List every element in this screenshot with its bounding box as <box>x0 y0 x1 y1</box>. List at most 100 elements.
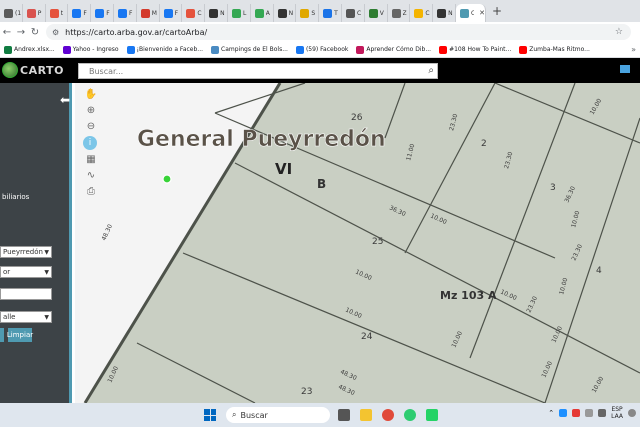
bookmark-item[interactable]: Andrex.xlsx... <box>0 45 59 54</box>
new-tab-button[interactable]: + <box>492 4 502 18</box>
layers-icon[interactable]: ▦ <box>83 153 99 166</box>
browser-tab[interactable]: T <box>319 4 342 22</box>
tab-title: F <box>106 9 110 17</box>
browser-tab[interactable]: L <box>228 4 251 22</box>
partido-select[interactable]: Pueyrredón ▼ <box>0 246 52 258</box>
browser-tab[interactable]: F <box>68 4 92 22</box>
collapse-arrow-icon[interactable]: ⬅ <box>60 93 70 107</box>
map-search-input[interactable]: Buscar... ⌕ <box>78 63 438 79</box>
parcel-number[interactable]: 25 <box>372 237 383 247</box>
bookmark-favicon-icon <box>439 45 448 54</box>
browser-tab[interactable]: S <box>296 4 320 22</box>
whatsapp-icon[interactable] <box>404 409 416 421</box>
parcel-number[interactable]: 23 <box>301 387 312 397</box>
phone-link-icon[interactable] <box>426 409 438 421</box>
search-icon[interactable]: ⌕ <box>428 65 434 76</box>
mail-icon[interactable] <box>620 65 630 73</box>
parcel-number[interactable]: 24 <box>361 332 373 342</box>
text-input[interactable] <box>0 288 52 300</box>
browser-tab[interactable]: C <box>182 4 206 22</box>
bookmark-item[interactable]: Aprender Cómo Dib... <box>352 45 435 54</box>
map-toolbar: ✋ ⊕ ⊖ i ▦ ∿ ⎙ <box>83 88 101 198</box>
zoom-out-icon[interactable]: ⊖ <box>83 120 99 133</box>
browser-tab[interactable]: V <box>365 4 388 22</box>
bookmark-item[interactable]: Zumba-Mas Ritmo... <box>515 45 594 54</box>
browser-tab[interactable]: C <box>410 4 434 22</box>
bookmarks-more[interactable]: » <box>631 45 636 54</box>
browser-tab[interactable]: F <box>91 4 114 22</box>
chrome-icon[interactable] <box>382 409 394 421</box>
browser-tab[interactable]: P <box>23 4 46 22</box>
tab-favicon-icon <box>140 8 150 18</box>
chevron-down-icon: ▼ <box>44 313 49 321</box>
parcel-number[interactable]: 26 <box>351 113 363 123</box>
search-submit-button[interactable] <box>0 328 4 342</box>
bookmark-star-icon[interactable]: ☆ <box>615 27 623 37</box>
second-select[interactable]: or ▼ <box>0 266 52 278</box>
taskbar-search-label: Buscar <box>240 410 268 420</box>
tab-favicon-icon <box>231 8 241 18</box>
bookmark-item[interactable]: Yahoo - Ingreso <box>59 45 123 54</box>
browser-tab[interactable]: M <box>137 4 160 22</box>
browser-tab[interactable]: F <box>114 4 137 22</box>
location-marker[interactable] <box>162 174 172 184</box>
volume-icon[interactable] <box>598 409 607 417</box>
zoom-in-icon[interactable]: ⊕ <box>83 104 99 117</box>
antivirus-icon[interactable] <box>572 409 581 417</box>
bookmark-item[interactable]: ¡Bienvenido a Faceb... <box>123 45 207 54</box>
bookmark-label: Yahoo - Ingreso <box>72 46 119 53</box>
tab-favicon-icon <box>323 8 333 18</box>
parcel-number[interactable]: 4 <box>596 266 602 276</box>
measure-icon[interactable]: ∿ <box>83 169 99 182</box>
url-field[interactable]: ⚙ https://carto.arba.gov.ar/cartoArba/ ☆ <box>46 24 631 40</box>
map-canvas[interactable]: 10.00 11.00 23.30 36.30 10.00 23.30 10.00 10.00… <box>75 83 640 403</box>
defender-icon[interactable] <box>559 409 568 417</box>
back-icon[interactable]: ← <box>0 27 14 38</box>
browser-tab[interactable]: A <box>251 4 274 22</box>
district-label: General Pueyrredón <box>137 127 386 152</box>
browser-tab[interactable]: (1 <box>0 4 23 22</box>
bookmark-item[interactable]: Campings de El Bols... <box>207 45 292 54</box>
bookmark-favicon-icon <box>356 45 365 54</box>
print-icon[interactable]: ⎙ <box>83 185 99 198</box>
browser-tab[interactable]: C <box>342 4 365 22</box>
browser-tab[interactable]: N <box>205 4 228 22</box>
file-explorer-icon[interactable] <box>360 409 372 421</box>
info-icon[interactable]: i <box>83 136 97 150</box>
pan-hand-icon[interactable]: ✋ <box>83 88 99 101</box>
bookmark-label: #108 How To Paint... <box>449 46 512 53</box>
clear-button[interactable]: Limpiar <box>7 328 33 342</box>
calle-select[interactable]: alle ▼ <box>0 311 52 323</box>
bookmark-label: (59) Facebook <box>305 46 349 53</box>
bookmark-item[interactable]: #108 How To Paint... <box>435 45 515 54</box>
chevron-up-icon[interactable]: ⌃ <box>548 409 554 417</box>
bookmark-item[interactable]: (59) Facebook <box>292 45 352 54</box>
task-view-icon[interactable] <box>338 409 350 421</box>
bookmark-favicon-icon <box>295 45 304 54</box>
site-info-icon[interactable]: ⚙ <box>52 28 59 37</box>
browser-tab[interactable]: N <box>274 4 297 22</box>
reload-icon[interactable]: ↻ <box>28 27 42 38</box>
active-browser-tab[interactable]: C ✕ <box>455 4 486 22</box>
wifi-icon[interactable] <box>628 409 636 417</box>
network-icon[interactable] <box>585 409 594 417</box>
browser-tab[interactable]: N <box>433 4 456 22</box>
taskbar-search[interactable]: ⌕ Buscar <box>226 407 330 423</box>
carto-logo[interactable]: CARTO <box>2 62 64 78</box>
parcel-number[interactable]: 3 <box>550 183 556 193</box>
bookmark-favicon-icon <box>62 45 71 54</box>
parcel-number[interactable]: 2 <box>481 139 487 149</box>
close-tab-icon[interactable]: ✕ <box>479 9 485 17</box>
tab-favicon-icon <box>49 8 59 18</box>
tab-favicon-icon <box>72 8 82 18</box>
cadastral-map[interactable]: 10.0011.0023.3036.3010.0023.3010.0010.00… <box>75 83 640 403</box>
browser-tab[interactable]: t <box>46 4 69 22</box>
forward-icon[interactable]: → <box>14 27 28 38</box>
language-indicator[interactable]: ESP LAA <box>611 406 623 420</box>
browser-tab[interactable]: Z <box>388 4 411 22</box>
tab-title: C <box>197 9 202 17</box>
windows-start-icon[interactable] <box>204 409 216 421</box>
bookmark-label: Aprender Cómo Dib... <box>366 46 432 53</box>
browser-tab[interactable]: F <box>160 4 183 22</box>
bookmark-favicon-icon <box>4 45 12 54</box>
